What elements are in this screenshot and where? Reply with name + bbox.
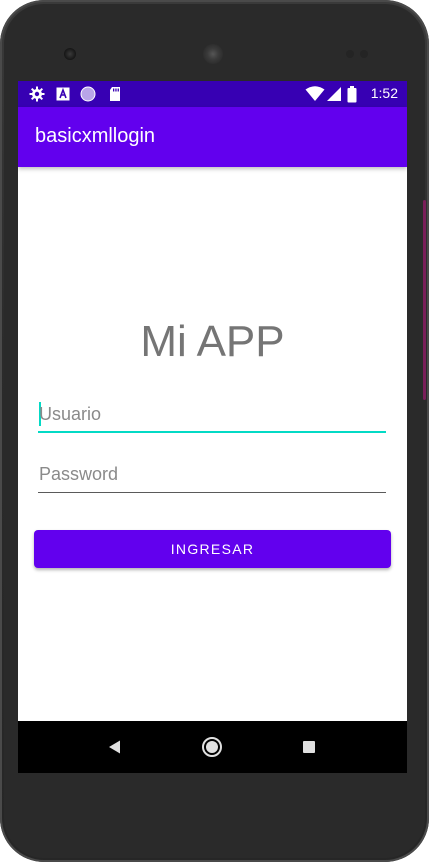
gear-icon (29, 86, 45, 102)
app-headline: Mi APP (140, 317, 285, 366)
password-field[interactable]: Password (38, 459, 386, 493)
app-title: basicxmllogin (35, 125, 156, 147)
navigation-bar (18, 721, 407, 773)
signal-icon (326, 86, 342, 102)
username-field[interactable]: Usuario (38, 399, 386, 433)
battery-icon (346, 85, 358, 102)
phone-frame: 1:52 basicxmllogin Mi APP Usuario Passwo… (0, 0, 429, 862)
side-accent (423, 200, 426, 400)
clock-time: 1:52 (370, 85, 398, 101)
front-camera (64, 48, 76, 60)
app-bar: basicxmllogin (18, 107, 407, 167)
username-underline (38, 431, 386, 433)
wifi-icon (305, 86, 325, 102)
home-icon[interactable] (201, 736, 223, 758)
login-button[interactable]: INGRESAR (34, 530, 391, 568)
back-icon[interactable] (104, 736, 126, 758)
earpiece-speaker (203, 44, 223, 64)
status-bar: 1:52 (18, 81, 407, 107)
recents-icon[interactable] (298, 736, 320, 758)
password-placeholder: Password (39, 464, 119, 484)
circle-icon (80, 86, 96, 102)
proximity-sensor (346, 50, 354, 58)
username-placeholder: Usuario (39, 404, 102, 424)
font-a-icon (55, 86, 71, 102)
password-underline (38, 492, 386, 493)
screen: 1:52 basicxmllogin Mi APP Usuario Passwo… (18, 81, 407, 773)
light-sensor (360, 50, 368, 58)
sd-card-icon (107, 86, 123, 102)
